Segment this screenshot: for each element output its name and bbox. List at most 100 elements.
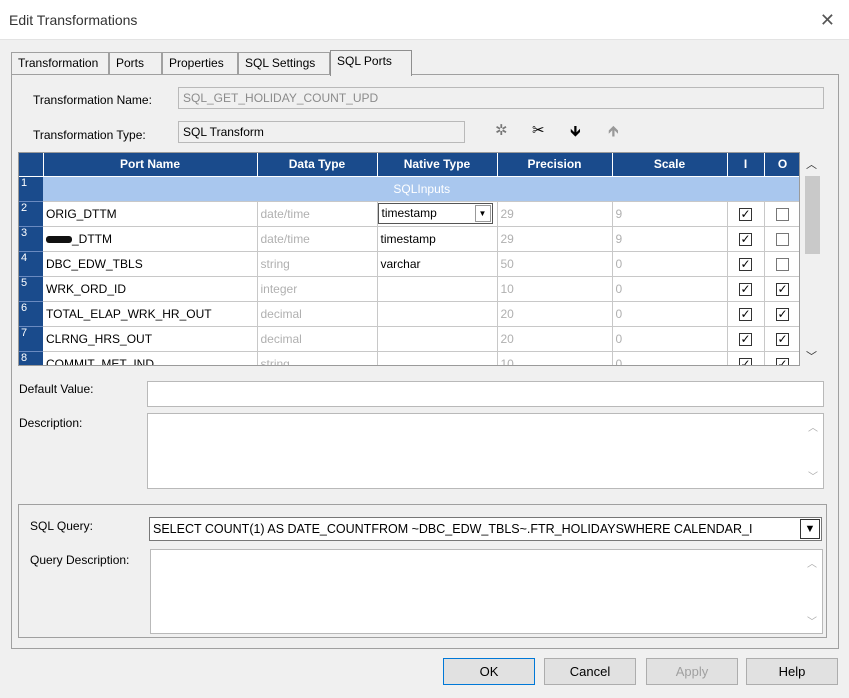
tab-transformation[interactable]: Transformation — [11, 52, 109, 75]
native-type-dropdown[interactable]: timestamp ▼ — [377, 203, 493, 224]
data-type-cell[interactable]: string — [257, 351, 378, 365]
native-type-cell[interactable] — [377, 301, 498, 327]
native-type-cell[interactable] — [377, 326, 498, 352]
row-number[interactable]: 6 — [19, 301, 43, 327]
scale-cell[interactable]: 0 — [612, 326, 728, 352]
sql-query-field[interactable]: SELECT COUNT(1) AS DATE_COUNTFROM ~DBC_E… — [149, 517, 822, 541]
input-checkbox-cell[interactable]: ✓ — [727, 251, 765, 277]
move-up-icon[interactable]: 🡹 — [608, 121, 619, 146]
col-port-name[interactable]: Port Name — [43, 153, 258, 177]
port-name-cell[interactable]: ORIG_DTTM — [43, 201, 258, 227]
precision-cell[interactable]: 29 — [497, 201, 613, 227]
scale-cell[interactable]: 0 — [612, 351, 728, 365]
input-checkbox-cell[interactable]: ✓ — [727, 351, 765, 365]
scrollbar-thumb[interactable] — [805, 176, 820, 254]
input-checkbox-cell[interactable]: ✓ — [727, 276, 765, 302]
port-name-cell[interactable]: DBC_EDW_TBLS — [43, 251, 258, 277]
precision-cell[interactable]: 10 — [497, 276, 613, 302]
close-icon[interactable]: ✕ — [820, 10, 835, 31]
col-scale[interactable]: Scale — [612, 153, 728, 177]
grid-scrollbar[interactable]: ︿ ﹀ — [802, 152, 823, 366]
table-row[interactable]: 5 WRK_ORD_ID integer 10 0 ✓ ✓ — [19, 276, 799, 302]
help-button[interactable]: Help — [746, 658, 838, 685]
input-checkbox-cell[interactable]: ✓ — [727, 326, 765, 352]
precision-cell[interactable]: 10 — [497, 351, 613, 365]
scale-cell[interactable]: 9 — [612, 226, 728, 252]
apply-button[interactable]: Apply — [646, 658, 738, 685]
input-checkbox[interactable]: ✓ — [739, 257, 752, 271]
ok-button[interactable]: OK — [443, 658, 535, 685]
port-name-cell[interactable]: CLRNG_HRS_OUT — [43, 326, 258, 352]
output-checkbox-cell[interactable] — [764, 226, 799, 252]
table-row[interactable]: 4 DBC_EDW_TBLS string varchar 50 0 ✓ — [19, 251, 799, 277]
data-type-cell[interactable]: date/time — [257, 201, 378, 227]
input-checkbox-cell[interactable]: ✓ — [727, 301, 765, 327]
native-type-cell[interactable]: varchar — [377, 251, 498, 277]
port-name-cell[interactable]: _DTTM — [43, 226, 258, 252]
input-checkbox[interactable]: ✓ — [739, 307, 752, 321]
scroll-up-icon[interactable]: ︿ — [808, 419, 818, 434]
port-name-cell[interactable]: COMMIT_MET_IND — [43, 351, 258, 365]
native-type-cell[interactable]: timestamp ▼ — [377, 201, 498, 227]
table-row[interactable]: 2 ORIG_DTTM date/time timestamp ▼ 29 9 ✓ — [19, 201, 799, 227]
transformation-name-field[interactable]: SQL_GET_HOLIDAY_COUNT_UPD — [178, 87, 824, 109]
native-type-cell[interactable] — [377, 276, 498, 302]
row-number[interactable]: 5 — [19, 276, 43, 302]
input-checkbox[interactable]: ✓ — [739, 207, 752, 221]
col-native-type[interactable]: Native Type — [377, 153, 498, 177]
row-number[interactable]: 3 — [19, 226, 43, 252]
query-description-scrollbar[interactable]: ︿ ﹀ — [802, 550, 822, 633]
row-number[interactable]: 7 — [19, 326, 43, 352]
data-type-cell[interactable]: decimal — [257, 326, 378, 352]
output-checkbox[interactable]: ✓ — [776, 332, 789, 346]
native-type-cell[interactable]: timestamp — [377, 226, 498, 252]
tab-ports[interactable]: Ports — [109, 52, 162, 75]
new-port-icon[interactable]: ✲ — [495, 121, 508, 139]
row-number[interactable]: 8 — [19, 351, 43, 365]
scale-cell[interactable]: 0 — [612, 251, 728, 277]
scroll-up-icon[interactable]: ︿ — [807, 555, 817, 570]
tab-sql-settings[interactable]: SQL Settings — [238, 52, 330, 75]
group-row-sqlinputs[interactable]: 1 SQLInputs — [19, 176, 799, 202]
output-checkbox[interactable]: ✓ — [776, 307, 789, 321]
precision-cell[interactable]: 20 — [497, 301, 613, 327]
output-checkbox-cell[interactable]: ✓ — [764, 326, 799, 352]
col-precision[interactable]: Precision — [497, 153, 613, 177]
description-scrollbar[interactable]: ︿ ﹀ — [803, 414, 823, 488]
native-type-cell[interactable] — [377, 351, 498, 365]
col-input[interactable]: I — [727, 153, 765, 177]
input-checkbox[interactable]: ✓ — [739, 282, 752, 296]
table-row[interactable]: 8 COMMIT_MET_IND string 10 0 ✓ ✓ — [19, 351, 799, 365]
output-checkbox[interactable]: ✓ — [776, 282, 789, 296]
row-number[interactable]: 1 — [19, 176, 43, 202]
data-type-cell[interactable]: string — [257, 251, 378, 277]
port-name-cell[interactable]: WRK_ORD_ID — [43, 276, 258, 302]
col-output[interactable]: O — [764, 153, 799, 177]
scroll-down-icon[interactable]: ﹀ — [808, 468, 818, 483]
input-checkbox-cell[interactable]: ✓ — [727, 201, 765, 227]
table-row[interactable]: 7 CLRNG_HRS_OUT decimal 20 0 ✓ ✓ — [19, 326, 799, 352]
cut-icon[interactable]: ✂ — [532, 121, 545, 139]
row-number[interactable]: 2 — [19, 201, 43, 227]
output-checkbox-cell[interactable] — [764, 251, 799, 277]
scroll-up-icon[interactable]: ︿ — [806, 156, 817, 172]
cancel-button[interactable]: Cancel — [544, 658, 636, 685]
scroll-down-icon[interactable]: ﹀ — [807, 613, 817, 628]
data-type-cell[interactable]: date/time — [257, 226, 378, 252]
output-checkbox[interactable] — [776, 207, 789, 221]
expand-editor-icon[interactable]: ▼ — [800, 519, 820, 539]
output-checkbox[interactable]: ✓ — [776, 357, 789, 365]
output-checkbox[interactable] — [776, 257, 789, 271]
precision-cell[interactable]: 29 — [497, 226, 613, 252]
scroll-down-icon[interactable]: ﹀ — [806, 348, 817, 364]
tab-sql-ports[interactable]: SQL Ports — [330, 50, 412, 76]
col-data-type[interactable]: Data Type — [257, 153, 378, 177]
input-checkbox[interactable]: ✓ — [739, 232, 752, 246]
move-down-icon[interactable]: 🡻 — [570, 121, 581, 146]
output-checkbox-cell[interactable] — [764, 201, 799, 227]
tab-properties[interactable]: Properties — [162, 52, 238, 75]
scale-cell[interactable]: 0 — [612, 301, 728, 327]
input-checkbox[interactable]: ✓ — [739, 332, 752, 346]
row-number[interactable]: 4 — [19, 251, 43, 277]
table-row[interactable]: 6 TOTAL_ELAP_WRK_HR_OUT decimal 20 0 ✓ ✓ — [19, 301, 799, 327]
